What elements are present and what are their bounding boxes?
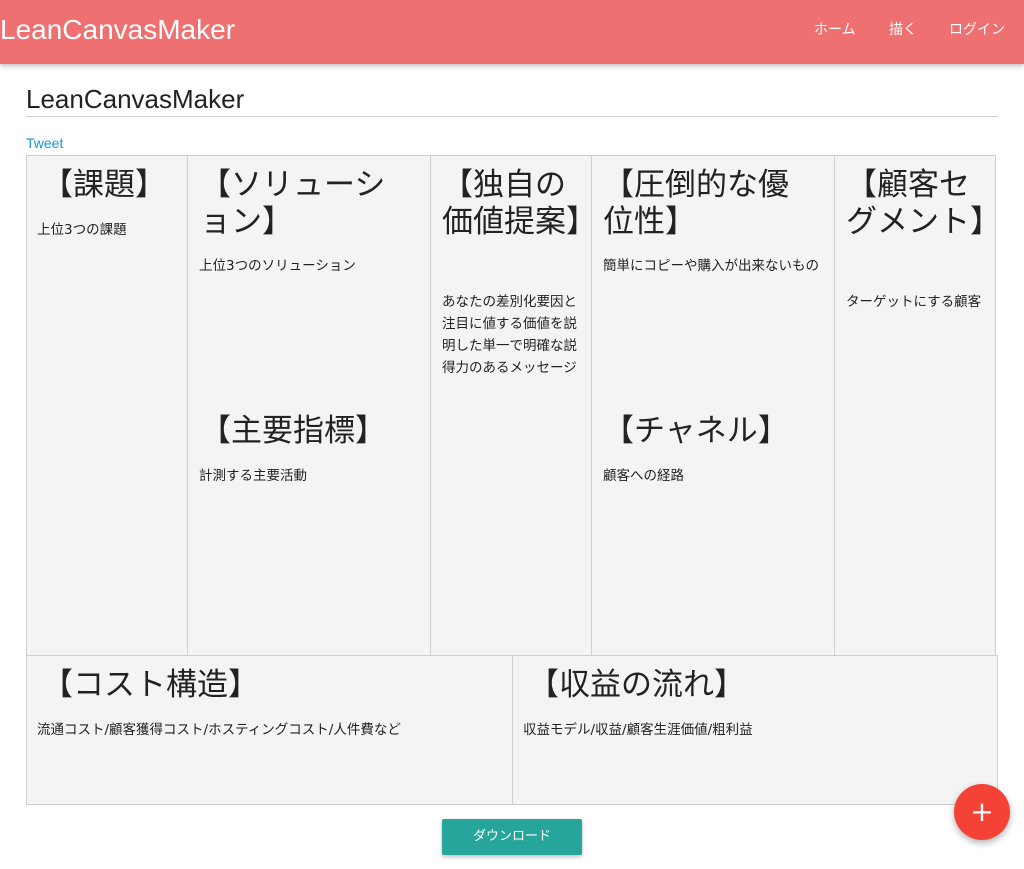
solution-heading: 【ソリューション】 — [200, 167, 386, 240]
canvas-cell-solution-metrics: 【ソリューション】 上位3つのソリューション 【主要指標】 計測する主要活動 — [187, 155, 431, 656]
download-button[interactable]: ダウンロード — [442, 819, 582, 855]
add-fab-button[interactable]: + — [954, 784, 1010, 840]
canvas-cell-customer-segments[interactable]: 【顧客セグメント】 ターゲットにする顧客 — [834, 155, 996, 656]
key-metrics-heading: 【主要指標】 — [200, 413, 386, 449]
nav-login-link[interactable]: ログイン — [949, 21, 1005, 39]
nav-draw-link[interactable]: 描く — [889, 21, 917, 39]
canvas-cell-revenue-streams[interactable]: 【収益の流れ】 収益モデル/収益/顧客生涯価値/粗利益 — [512, 655, 998, 805]
unique-value-body: あなたの差別化要因と注目に値する価値を説明した単一で明確な説得力のあるメッセージ — [442, 294, 577, 376]
key-metrics-body: 計測する主要活動 — [199, 468, 307, 484]
top-navbar: LeanCanvasMaker ホーム 描く ログイン — [0, 0, 1024, 64]
title-divider — [26, 116, 998, 117]
plus-icon: + — [970, 795, 994, 828]
problem-body: 上位3つの課題 — [37, 222, 127, 238]
cost-structure-heading: 【コスト構造】 — [42, 667, 259, 703]
solution-body: 上位3つのソリューション — [199, 258, 356, 274]
page-title: LeanCanvasMaker — [26, 84, 245, 114]
customer-segments-heading: 【顧客セグメント】 — [846, 167, 996, 240]
unfair-advantage-heading: 【圧倒的な優位性】 — [603, 167, 789, 240]
unique-value-heading: 【独自の価値提案】 — [442, 167, 592, 240]
canvas-cell-unique-value[interactable]: 【独自の価値提案】 あなたの差別化要因と注目に値する価値を説明した単一で明確な説… — [430, 155, 592, 656]
canvas-cell-cost-structure[interactable]: 【コスト構造】 流通コスト/顧客獲得コスト/ホスティングコスト/人件費など — [26, 655, 513, 805]
revenue-streams-body: 収益モデル/収益/顧客生涯価値/粗利益 — [523, 722, 753, 738]
tweet-link[interactable]: Tweet — [26, 135, 63, 151]
brand-logo[interactable]: LeanCanvasMaker — [0, 14, 235, 46]
canvas-cell-advantage-channels: 【圧倒的な優位性】 簡単にコピーや購入が出来ないもの 【チャネル】 顧客への経路 — [591, 155, 835, 656]
channels-body: 顧客への経路 — [603, 468, 684, 484]
nav-home-link[interactable]: ホーム — [814, 21, 856, 39]
unfair-advantage-body: 簡単にコピーや購入が出来ないもの — [603, 258, 819, 274]
revenue-streams-heading: 【収益の流れ】 — [528, 667, 745, 703]
cost-structure-body: 流通コスト/顧客獲得コスト/ホスティングコスト/人件費など — [37, 722, 401, 738]
canvas-cell-problem[interactable]: 【課題】 上位3つの課題 — [26, 155, 188, 656]
channels-heading: 【チャネル】 — [603, 413, 789, 449]
problem-heading: 【課題】 — [42, 167, 166, 203]
customer-segments-body: ターゲットにする顧客 — [846, 294, 982, 310]
